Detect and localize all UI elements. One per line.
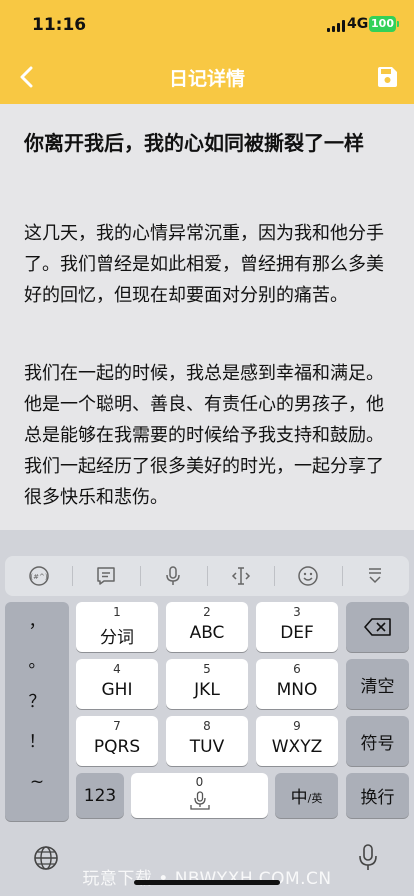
space-button[interactable]: 0 — [131, 773, 268, 818]
punct-key[interactable]: ？ — [5, 682, 69, 722]
key-1[interactable]: 1 分词 — [76, 602, 158, 652]
top-bar: 11:16 4G 100 日记详情 — [0, 0, 414, 104]
delete-button[interactable] — [346, 602, 409, 652]
backspace-icon — [363, 618, 391, 636]
clear-label: 清空 — [360, 676, 395, 697]
key-label: ABC — [189, 623, 225, 643]
svg-text:(#^): (#^) — [30, 573, 47, 581]
language-switch-button[interactable]: 中/英 — [275, 773, 338, 818]
microphone-icon — [190, 791, 210, 810]
microphone-icon — [166, 566, 181, 585]
key-number: 3 — [293, 605, 301, 619]
lang-main-label: 中 — [290, 788, 308, 808]
punct-key[interactable]: ， — [5, 602, 69, 642]
cursor-move-button[interactable] — [206, 556, 274, 596]
home-indicator[interactable] — [134, 880, 280, 885]
key-number: 6 — [293, 662, 301, 676]
status-bar: 11:16 4G 100 — [0, 0, 414, 50]
key-9[interactable]: 9 WXYZ — [256, 716, 338, 766]
key-label: MNO — [276, 680, 318, 700]
key-number: 7 — [113, 719, 121, 733]
key-5[interactable]: 5 JKL — [166, 659, 248, 709]
key-label: 分词 — [100, 628, 134, 648]
hide-keyboard-button[interactable] — [341, 556, 409, 596]
status-time: 11:16 — [32, 15, 87, 35]
diary-paragraph: 这几天，我的心情异常沉重，因为我和他分手了。我们曾经是如此相爱，曾经拥有那么多美… — [24, 223, 384, 306]
watermark: 玩意下载 • NBWYXH.COM.CN — [82, 869, 332, 889]
punct-key[interactable]: ~ — [5, 762, 69, 802]
keyboard: (#^) ， 。 ？ ！ ~ 1 分词 2 ABC 3 DEF 4 GHI 5 … — [0, 530, 414, 896]
key-number: 8 — [203, 719, 211, 733]
network-type: 4G — [347, 16, 369, 32]
punctuation-column: ， 。 ？ ！ ~ — [5, 602, 69, 821]
smiley-icon — [298, 566, 318, 586]
symbol-button[interactable]: 符号 — [346, 716, 409, 766]
signal-icon — [327, 20, 345, 32]
save-icon — [378, 67, 397, 87]
key-label: WXYZ — [271, 737, 323, 757]
clear-button[interactable]: 清空 — [346, 659, 409, 709]
key-8[interactable]: 8 TUV — [166, 716, 248, 766]
diary-title: 你离开我后，我的心如同被撕裂了一样 — [24, 131, 364, 155]
emoji-button[interactable] — [274, 556, 341, 596]
cursor-move-icon — [231, 567, 250, 585]
keyboard-toolbar: (#^) — [5, 556, 409, 596]
key-label: DEF — [280, 623, 314, 643]
key-label: PQRS — [93, 737, 141, 757]
lang-sub-label: /英 — [307, 792, 323, 805]
key-label: TUV — [189, 737, 225, 757]
return-label: 换行 — [360, 788, 395, 808]
symbol-label: 符号 — [360, 733, 395, 754]
key-number: 9 — [293, 719, 301, 733]
key-7[interactable]: 7 PQRS — [76, 716, 158, 766]
clipboard-button[interactable] — [72, 556, 139, 596]
diary-paragraph: 我们在一起的时候，我总是感到幸福和满足。他是一个聪明、善良、有责任心的男孩子，他… — [24, 363, 384, 508]
key-2[interactable]: 2 ABC — [166, 602, 248, 652]
key-6[interactable]: 6 MNO — [256, 659, 338, 709]
clipboard-icon — [97, 567, 115, 585]
return-button[interactable]: 换行 — [346, 773, 409, 818]
save-button[interactable] — [372, 62, 402, 92]
key-number: 2 — [203, 605, 211, 619]
key-number: 1 — [113, 605, 121, 619]
key-label: JKL — [194, 680, 220, 700]
punct-key[interactable]: ！ — [5, 722, 69, 762]
battery-icon: 100 — [369, 16, 399, 32]
key-number: 4 — [113, 662, 121, 676]
diary-content[interactable]: 你离开我后，我的心如同被撕裂了一样 这几天，我的心情异常沉重，因为我和他分手了。… — [0, 104, 414, 530]
page-title: 日记详情 — [168, 68, 245, 90]
key-label: GHI — [101, 680, 133, 700]
key-3[interactable]: 3 DEF — [256, 602, 338, 652]
nav-bar: 日记详情 — [0, 50, 414, 104]
number-switch-label: 123 — [83, 785, 117, 806]
emoji-mode-icon: (#^) — [28, 566, 49, 586]
punct-key[interactable]: 。 — [5, 642, 69, 682]
hide-keyboard-icon — [369, 568, 382, 584]
voice-input-button[interactable] — [139, 556, 207, 596]
number-switch-button[interactable]: 123 — [76, 773, 124, 818]
key-number: 5 — [203, 662, 211, 676]
key-4[interactable]: 4 GHI — [76, 659, 158, 709]
emoji-mode-button[interactable]: (#^) — [5, 556, 72, 596]
space-number: 0 — [195, 775, 204, 789]
